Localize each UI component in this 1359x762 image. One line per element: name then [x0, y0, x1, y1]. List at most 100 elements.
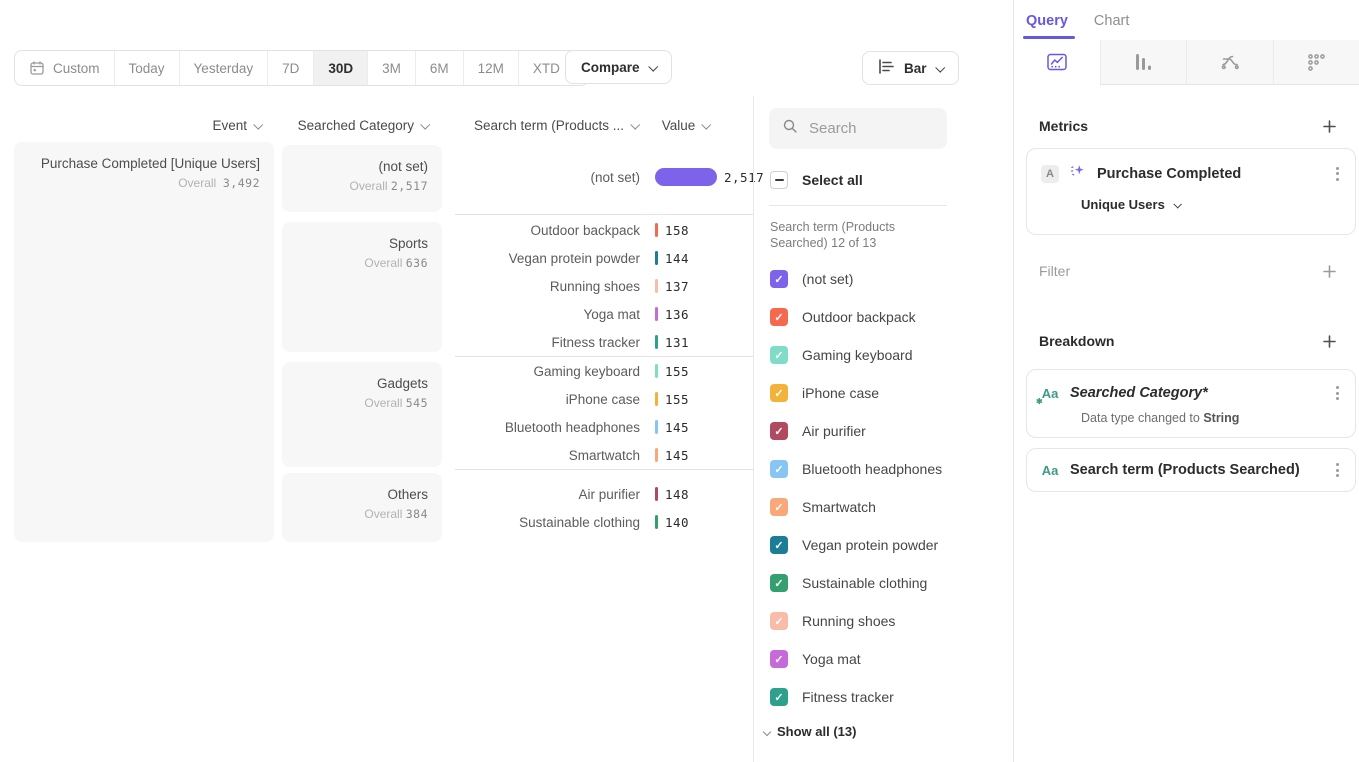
- series-checkbox[interactable]: ✓: [770, 384, 788, 402]
- chart-type-dropdown[interactable]: Bar: [862, 51, 959, 85]
- term-value: 145: [665, 448, 689, 463]
- legend-item-bluetooth-headphones[interactable]: ✓Bluetooth headphones: [770, 450, 1013, 488]
- series-checkbox[interactable]: ✓: [770, 346, 788, 364]
- legend-item-vegan-protein-powder[interactable]: ✓Vegan protein powder: [770, 526, 1013, 564]
- breakdown-card-search-term[interactable]: Aa Search term (Products Searched): [1026, 448, 1356, 492]
- column-header-event[interactable]: Event: [14, 114, 261, 136]
- metric-kebab-menu[interactable]: [1334, 165, 1341, 183]
- term-row-fitness-tracker[interactable]: Fitness tracker131: [450, 328, 689, 356]
- date-range-3m[interactable]: 3M: [368, 51, 416, 85]
- calendar-icon: [29, 60, 45, 76]
- value-bar: [655, 448, 658, 462]
- series-checkbox[interactable]: ✓: [770, 612, 788, 630]
- breakdown-kebab-menu[interactable]: [1334, 461, 1341, 479]
- category-cell-others[interactable]: OthersOverall 384: [282, 473, 442, 542]
- category-cell-gadgets[interactable]: GadgetsOverall 545: [282, 362, 442, 467]
- date-range-12m[interactable]: 12M: [464, 51, 519, 85]
- legend-item-fitness-tracker[interactable]: ✓Fitness tracker: [770, 678, 1013, 716]
- series-checkbox[interactable]: ✓: [770, 498, 788, 516]
- add-filter-button[interactable]: [1322, 264, 1337, 279]
- category-cell-sports[interactable]: SportsOverall 636: [282, 222, 442, 352]
- breakdown-property-name: Search term (Products Searched): [1070, 462, 1323, 478]
- term-row-gaming-keyboard[interactable]: Gaming keyboard155: [450, 357, 689, 385]
- chevron-down-icon: [630, 119, 640, 129]
- category-cell-not-set[interactable]: (not set)Overall 2,517: [282, 145, 442, 212]
- term-row-bluetooth-headphones[interactable]: Bluetooth headphones145: [450, 413, 689, 441]
- series-checkbox[interactable]: ✓: [770, 536, 788, 554]
- term-label: Yoga mat: [450, 307, 640, 322]
- legend-item-not-set[interactable]: ✓(not set): [770, 260, 1013, 298]
- add-breakdown-button[interactable]: [1322, 334, 1337, 349]
- chevron-down-icon: [420, 119, 430, 129]
- legend-item-air-purifier[interactable]: ✓Air purifier: [770, 412, 1013, 450]
- report-tab-insights[interactable]: [1014, 40, 1100, 85]
- column-header-value[interactable]: Value: [648, 114, 723, 136]
- add-metric-button[interactable]: [1322, 119, 1337, 134]
- legend-item-running-shoes[interactable]: ✓Running shoes: [770, 602, 1013, 640]
- date-range-today[interactable]: Today: [115, 51, 180, 85]
- tab-chart[interactable]: Chart: [1094, 13, 1129, 39]
- report-tab-flows[interactable]: [1186, 40, 1273, 85]
- column-header-searched-category[interactable]: Searched Category: [282, 114, 428, 136]
- event-cell[interactable]: Purchase Completed [Unique Users] Overal…: [14, 142, 274, 542]
- legend-item-outdoor-backpack[interactable]: ✓Outdoor backpack: [770, 298, 1013, 336]
- filter-title: Filter: [1039, 263, 1070, 279]
- select-all-checkbox-indeterminate[interactable]: [770, 171, 788, 189]
- breakdown-kebab-menu[interactable]: [1334, 384, 1341, 402]
- term-value: 155: [665, 364, 689, 379]
- date-range-30d[interactable]: 30D: [314, 51, 368, 85]
- group-divider: [455, 214, 754, 215]
- date-range-custom[interactable]: Custom: [15, 51, 115, 85]
- legend-item-smartwatch[interactable]: ✓Smartwatch: [770, 488, 1013, 526]
- group-divider: [455, 356, 754, 357]
- series-checkbox[interactable]: ✓: [770, 460, 788, 478]
- legend-item-label: Gaming keyboard: [802, 347, 913, 363]
- date-range-6m[interactable]: 6M: [416, 51, 464, 85]
- legend-item-iphone-case[interactable]: ✓iPhone case: [770, 374, 1013, 412]
- term-row-outdoor-backpack[interactable]: Outdoor backpack158: [450, 216, 689, 244]
- series-checkbox[interactable]: ✓: [770, 422, 788, 440]
- report-tab-retention[interactable]: [1273, 40, 1359, 85]
- report-tab-bar-chart[interactable]: [1100, 40, 1187, 85]
- legend-search-box[interactable]: [769, 108, 947, 149]
- select-all-label: Select all: [802, 172, 863, 188]
- date-range-label: 3M: [382, 61, 401, 76]
- series-legend-panel: Select all Search term (Products Searche…: [753, 96, 1013, 762]
- term-value: 137: [665, 279, 689, 294]
- search-input[interactable]: [807, 119, 941, 138]
- date-range-yesterday[interactable]: Yesterday: [180, 51, 269, 85]
- series-checkbox[interactable]: ✓: [770, 308, 788, 326]
- series-checkbox[interactable]: ✓: [770, 574, 788, 592]
- term-row-vegan-protein-powder[interactable]: Vegan protein powder144: [450, 244, 689, 272]
- show-all-button[interactable]: Show all (13): [764, 724, 1013, 739]
- bar-chart-icon: [1132, 51, 1154, 73]
- breakdown-card-searched-category[interactable]: Aa ✱ Searched Category* Data type change…: [1026, 369, 1356, 438]
- term-row-yoga-mat[interactable]: Yoga mat136: [450, 300, 689, 328]
- term-row-sustainable-clothing[interactable]: Sustainable clothing140: [450, 508, 689, 536]
- series-checkbox[interactable]: ✓: [770, 688, 788, 706]
- select-all-row[interactable]: Select all: [770, 171, 1013, 189]
- term-row-air-purifier[interactable]: Air purifier148: [450, 480, 689, 508]
- chevron-down-icon: [763, 727, 771, 735]
- legend-item-yoga-mat[interactable]: ✓Yoga mat: [770, 640, 1013, 678]
- term-value: 140: [665, 515, 689, 530]
- legend-item-sustainable-clothing[interactable]: ✓Sustainable clothing: [770, 564, 1013, 602]
- column-header-search-term[interactable]: Search term (Products ...: [448, 114, 638, 136]
- term-row-iphone-case[interactable]: iPhone case155: [450, 385, 689, 413]
- series-checkbox[interactable]: ✓: [770, 270, 788, 288]
- tab-query[interactable]: Query: [1026, 13, 1068, 39]
- term-row-not-set[interactable]: (not set)2,517: [450, 163, 764, 191]
- series-checkbox[interactable]: ✓: [770, 650, 788, 668]
- legend-item-gaming-keyboard[interactable]: ✓ Gaming keyboard: [770, 336, 1013, 374]
- category-overall: Overall 545: [296, 396, 428, 410]
- term-label: Vegan protein powder: [450, 251, 640, 266]
- date-range-7d[interactable]: 7D: [268, 51, 314, 85]
- term-row-smartwatch[interactable]: Smartwatch145: [450, 441, 689, 469]
- term-row-running-shoes[interactable]: Running shoes137: [450, 272, 689, 300]
- category-overall: Overall 2,517: [296, 179, 428, 193]
- metric-card[interactable]: A Purchase Completed Unique Users: [1026, 148, 1356, 235]
- category-name: Others: [296, 486, 428, 504]
- chevron-down-icon: [648, 61, 658, 71]
- metric-aggregation-dropdown[interactable]: Unique Users: [1081, 197, 1341, 212]
- compare-button[interactable]: Compare: [565, 50, 672, 84]
